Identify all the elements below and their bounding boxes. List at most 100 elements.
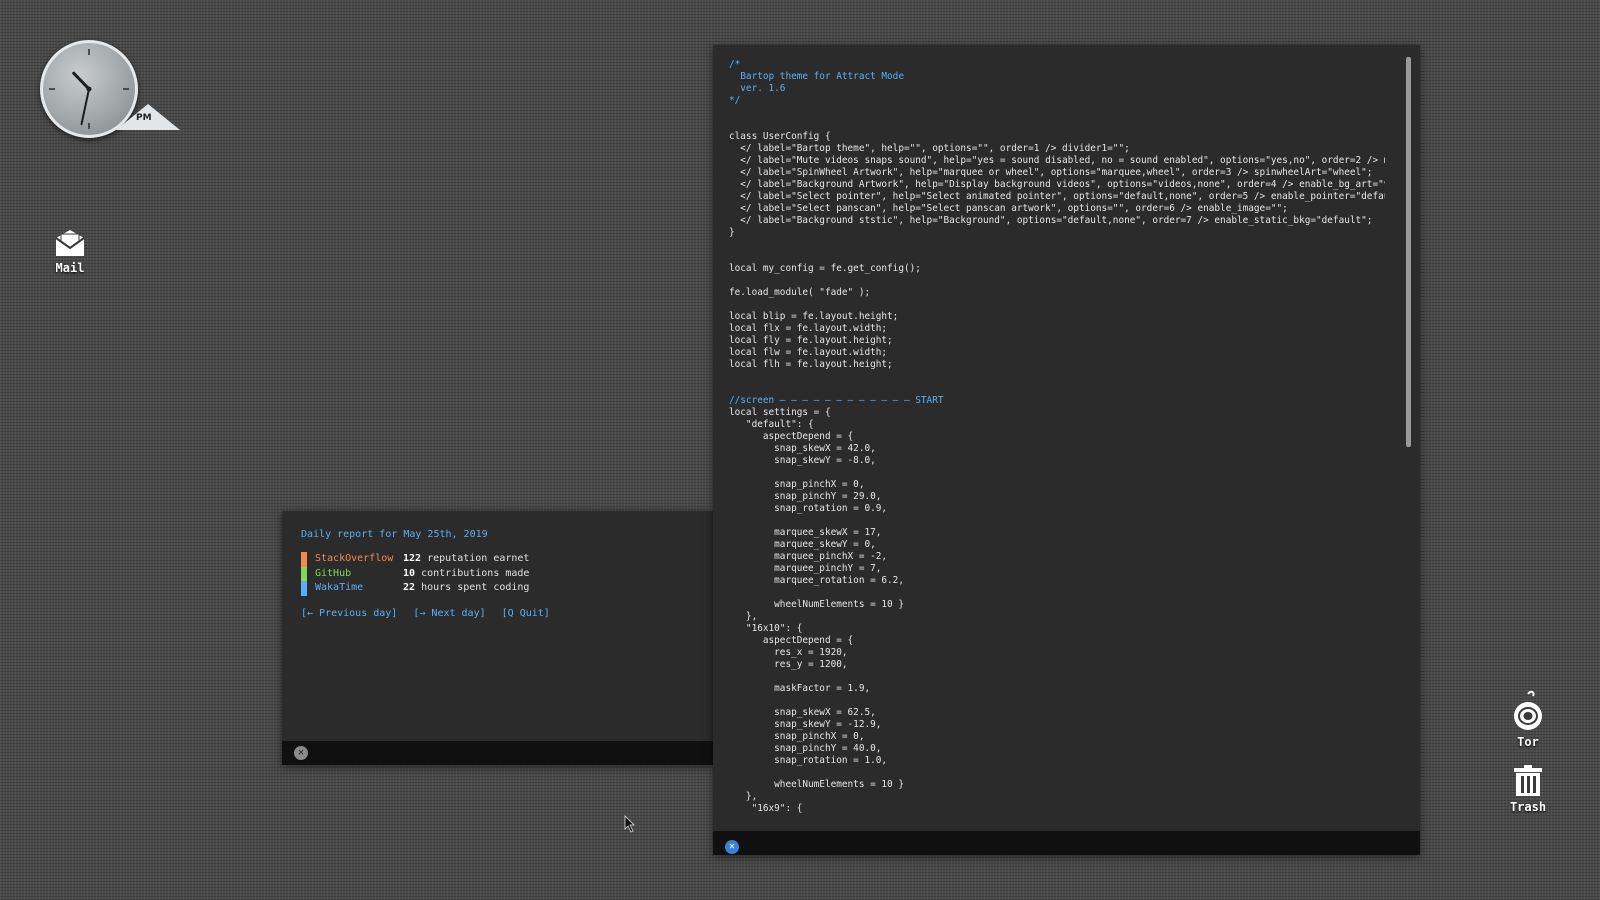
stat-color-bar	[301, 552, 307, 567]
stat-source-name: WakaTime	[315, 582, 364, 593]
clock-period: PM	[136, 113, 152, 123]
next-day-button[interactable]: [→ Next day]	[413, 608, 485, 619]
code-line: snap_pinchY = 40.0,	[729, 743, 882, 754]
desktop-icon-tor[interactable]: Tor	[1493, 690, 1563, 749]
report-stats: StackOverflow 122 reputation earnet GitHub…	[301, 552, 704, 596]
code-content: /* Bartop theme for Attract Mode ver. 1.…	[729, 59, 1385, 814]
code-line: </ label="Mute videos snaps sound", help…	[729, 155, 1385, 166]
report-stat-row: GitHub 10 contributions made	[301, 566, 704, 581]
code-line: local fly = fe.layout.height;	[729, 335, 893, 346]
code-line: snap_skewX = 42.0,	[729, 443, 876, 454]
desktop-icon-trash[interactable]: Trash	[1493, 765, 1563, 814]
code-line: wheelNumElements = 10 }	[729, 599, 904, 610]
close-icon[interactable]: ✕	[294, 746, 308, 760]
code-line: </ label="Select panscan", help="Select …	[729, 203, 1288, 214]
code-line: res_x = 1920,	[729, 647, 848, 658]
report-stat-row: WakaTime 22 hours spent coding	[301, 581, 704, 596]
clock-minute-hand	[80, 88, 90, 126]
stat-color-bar	[301, 581, 307, 596]
daily-report-window[interactable]: Daily report for May 25th, 2019 StackOve…	[282, 511, 714, 765]
code-line: local blip = fe.layout.height;	[729, 311, 899, 322]
code-line: snap_pinchY = 29.0,	[729, 491, 882, 502]
code-line: </ label="SpinWheel Artwork", help="marq…	[729, 167, 1373, 178]
report-title: Daily report for May 25th, 2019	[301, 529, 488, 540]
code-line: },	[729, 611, 758, 622]
stat-description: contributions made	[421, 567, 530, 579]
mouse-pointer-icon	[624, 815, 635, 833]
code-line: snap_skewY = -8.0,	[729, 455, 876, 466]
stat-color-bar	[301, 566, 307, 581]
code-line: snap_skewY = -12.9,	[729, 719, 882, 730]
code-line: snap_skewX = 62.5,	[729, 707, 876, 718]
previous-day-button[interactable]: [← Previous day]	[301, 608, 397, 619]
code-line: "16x10": {	[729, 623, 803, 634]
code-line: local flw = fe.layout.width;	[729, 347, 888, 358]
code-line: fe.load_module( "fade" );	[729, 287, 871, 298]
code-line: ver. 1.6	[729, 83, 786, 94]
stat-description: reputation earnet	[427, 553, 530, 564]
stat-source-name: GitHub	[315, 567, 352, 579]
close-icon[interactable]: ✕	[725, 840, 739, 854]
desktop-icon-label: Mail	[55, 261, 85, 275]
code-line: snap_pinchX = 0,	[729, 479, 865, 490]
vertical-scrollbar[interactable]	[1406, 57, 1411, 447]
desktop-icon-label: Trash	[1509, 800, 1547, 814]
code-line: snap_pinchX = 0,	[729, 731, 865, 742]
code-line: local flh = fe.layout.height;	[729, 359, 893, 370]
code-line: class UserConfig {	[729, 131, 831, 142]
code-line: marquee_skewY = 0,	[729, 539, 876, 550]
code-line: </ label="Select pointer", help="Select …	[729, 191, 1385, 202]
clock-hour-hand	[72, 71, 91, 91]
code-line: */	[729, 95, 741, 106]
tor-onion-icon	[1514, 690, 1542, 730]
code-line: marquee_skewX = 17,	[729, 527, 882, 538]
mail-icon	[55, 230, 85, 256]
stat-source-name: StackOverflow	[315, 553, 394, 564]
code-line: snap_rotation = 1.0,	[729, 755, 888, 766]
report-navigation: [← Previous day] [→ Next day] [Q Quit]	[301, 608, 704, 619]
code-viewer-window[interactable]: /* Bartop theme for Attract Mode ver. 1.…	[713, 45, 1420, 855]
desktop-icon-label: Tor	[1517, 735, 1539, 749]
code-line: }	[729, 227, 735, 238]
code-line: marquee_pinchX = -2,	[729, 551, 888, 562]
stat-value: 122	[403, 553, 422, 564]
code-line: Bartop theme for Attract Mode	[729, 71, 904, 82]
code-line: </ label="Background Artwork", help="Dis…	[729, 179, 1385, 190]
code-line: marquee_pinchY = 7,	[729, 563, 882, 574]
code-line: snap_rotation = 0.9,	[729, 503, 888, 514]
code-line: local flx = fe.layout.width;	[729, 323, 888, 334]
stat-value: 10	[403, 567, 416, 579]
code-line: "default": {	[729, 419, 814, 430]
code-line: res_y = 1200,	[729, 659, 848, 670]
daily-report-content: Daily report for May 25th, 2019 StackOve…	[301, 529, 704, 619]
code-line: local my_config = fe.get_config();	[729, 263, 921, 274]
report-window-footer: ✕	[282, 741, 714, 765]
code-window-footer: ✕	[713, 831, 1420, 855]
trash-icon	[1514, 765, 1542, 796]
code-line: </ label="Background ststic", help="Back…	[729, 215, 1373, 226]
report-stat-row: StackOverflow 122 reputation earnet	[301, 552, 704, 567]
stat-value: 22	[403, 582, 416, 593]
quit-button[interactable]: [Q Quit]	[502, 608, 550, 619]
desktop-icon-mail[interactable]: Mail	[35, 228, 105, 275]
code-line: </ label="Bartop theme", help="", option…	[729, 143, 1130, 154]
code-text-area[interactable]: /* Bartop theme for Attract Mode ver. 1.…	[729, 59, 1385, 814]
code-line: "16x9": {	[729, 803, 803, 814]
code-line: aspectDepend = {	[729, 431, 854, 442]
code-line: maskFactor = 1.9,	[729, 683, 871, 694]
code-line: },	[729, 791, 758, 802]
code-line: marquee_rotation = 6.2,	[729, 575, 904, 586]
